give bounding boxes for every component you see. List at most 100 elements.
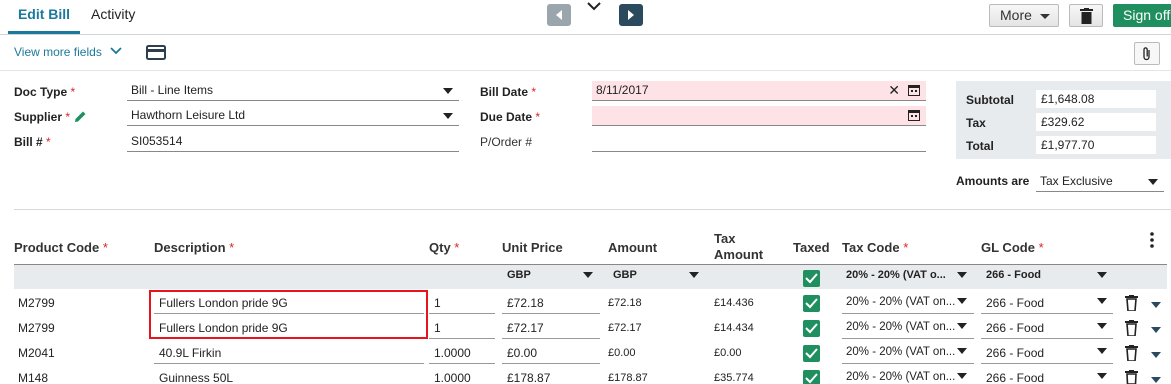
column-header-product-code[interactable]: Product Code * (14, 240, 108, 255)
tab-edit-bill[interactable]: Edit Bill (8, 0, 80, 34)
delete-bill-button[interactable] (1069, 4, 1103, 27)
gl-code-filter[interactable]: 266 - Food (986, 269, 1041, 281)
view-more-fields-link[interactable]: View more fields (14, 45, 102, 59)
row-product-code[interactable]: M2799 (18, 321, 55, 335)
row-product-code[interactable]: M2041 (18, 346, 55, 360)
row-qty[interactable]: 1 (434, 296, 441, 310)
next-record-button[interactable] (619, 4, 643, 26)
bill-date-input[interactable]: 8/11/2017 ✕ (592, 81, 926, 101)
sign-off-button[interactable]: Sign off (1113, 4, 1171, 27)
tax-code-filter[interactable]: 20% - 20% (VAT o... (846, 269, 946, 281)
caret-down-icon[interactable] (583, 272, 593, 278)
chevron-down-icon[interactable] (110, 47, 122, 55)
unit-price-currency-filter[interactable]: GBP (507, 269, 531, 281)
caret-down-icon[interactable] (957, 373, 967, 379)
caret-down-icon[interactable] (1097, 373, 1107, 379)
taxed-all-checkbox[interactable] (803, 270, 820, 287)
row-product-code[interactable]: M2799 (18, 296, 55, 310)
tax-amount-header-line2: Amount (714, 247, 764, 262)
caret-down-icon[interactable] (1151, 352, 1161, 358)
row-taxed-checkbox[interactable] (803, 370, 820, 384)
check-icon (805, 373, 818, 384)
row-gl-code-select[interactable]: 266 - Food (986, 321, 1044, 335)
column-header-tax-code[interactable]: Tax Code * (842, 240, 908, 255)
more-button[interactable]: More (989, 4, 1059, 27)
column-header-tax-amount[interactable]: Tax Amount (714, 231, 763, 263)
row-taxed-checkbox[interactable] (803, 295, 820, 312)
check-icon (805, 273, 818, 284)
row-unit-price[interactable]: £0.00 (507, 346, 537, 360)
caret-down-icon[interactable] (1151, 302, 1161, 308)
bill-date-value: 8/11/2017 (596, 83, 649, 97)
caret-down-icon[interactable] (957, 323, 967, 329)
caret-down-icon[interactable] (1097, 272, 1107, 278)
check-icon (805, 348, 818, 359)
column-header-taxed[interactable]: Taxed (793, 240, 830, 255)
pencil-icon[interactable] (74, 110, 87, 123)
caret-down-icon[interactable] (957, 348, 967, 354)
supplier-select[interactable]: Hawthorn Leisure Ltd (127, 106, 459, 126)
row-gl-code-select[interactable]: 266 - Food (986, 296, 1044, 310)
check-icon (805, 298, 818, 309)
row-tax-code-select[interactable]: 20% - 20% (VAT on... (846, 321, 955, 333)
caret-down-icon[interactable] (957, 298, 967, 304)
column-header-qty[interactable]: Qty * (429, 240, 459, 255)
more-vertical-icon[interactable] (1149, 232, 1155, 248)
calendar-icon[interactable] (908, 84, 920, 96)
qty-underline (429, 338, 495, 339)
credit-card-icon[interactable] (146, 45, 166, 60)
tax-code-underline (842, 363, 974, 364)
caret-down-icon[interactable] (1097, 348, 1107, 354)
row-unit-price[interactable]: £72.18 (507, 296, 544, 310)
amounts-are-select[interactable]: Tax Exclusive (1036, 172, 1164, 192)
unit-price-underline (502, 363, 600, 364)
row-taxed-checkbox[interactable] (803, 345, 820, 362)
calendar-icon[interactable] (908, 109, 920, 121)
trash-icon[interactable] (1125, 295, 1138, 311)
doc-type-value: Bill - Line Items (131, 83, 214, 97)
bill-number-input[interactable]: SI053514 (127, 132, 459, 152)
row-gl-code-select[interactable]: 266 - Food (986, 346, 1044, 360)
row-tax-code-select[interactable]: 20% - 20% (VAT on... (846, 346, 955, 358)
caret-down-icon (1148, 179, 1158, 185)
amount-currency-filter[interactable]: GBP (613, 269, 637, 281)
caret-down-icon[interactable] (689, 272, 699, 278)
row-product-code[interactable]: M148 (18, 371, 48, 384)
chevron-down-icon[interactable] (586, 0, 602, 12)
column-header-description[interactable]: Description * (154, 240, 234, 255)
due-date-label: Due Date * (480, 110, 541, 124)
trash-icon[interactable] (1125, 370, 1138, 384)
caret-down-icon[interactable] (957, 272, 967, 278)
caret-down-icon[interactable] (1151, 327, 1161, 333)
column-header-unit-price[interactable]: Unit Price (502, 240, 563, 255)
previous-record-button[interactable] (547, 4, 571, 26)
due-date-input[interactable] (592, 106, 926, 126)
column-header-amount[interactable]: Amount (608, 240, 657, 255)
row-unit-price[interactable]: £178.87 (507, 371, 550, 384)
tax-amount-header-line1: Tax (714, 231, 736, 246)
caret-down-icon[interactable] (1097, 323, 1107, 329)
trash-icon[interactable] (1125, 345, 1138, 361)
purchase-order-input[interactable] (592, 132, 926, 152)
row-gl-code-select[interactable]: 266 - Food (986, 371, 1044, 384)
row-tax-code-select[interactable]: 20% - 20% (VAT on... (846, 296, 955, 308)
row-unit-price[interactable]: £72.17 (507, 321, 544, 335)
tab-activity[interactable]: Activity (91, 0, 135, 34)
clear-icon[interactable]: ✕ (888, 81, 900, 99)
bill-number-value: SI053514 (131, 134, 183, 148)
more-button-label: More (1000, 7, 1032, 23)
caret-down-icon[interactable] (1151, 377, 1161, 383)
doc-type-select[interactable]: Bill - Line Items (127, 81, 459, 101)
row-taxed-checkbox[interactable] (803, 320, 820, 337)
trash-icon[interactable] (1125, 320, 1138, 336)
row-qty[interactable]: 1.0000 (434, 371, 471, 384)
row-tax-code-select[interactable]: 20% - 20% (VAT on... (846, 371, 955, 383)
row-description[interactable]: 40.9L Firkin (159, 346, 221, 360)
row-qty[interactable]: 1.0000 (434, 346, 471, 360)
row-qty[interactable]: 1 (434, 321, 441, 335)
caret-down-icon[interactable] (1097, 298, 1107, 304)
row-description[interactable]: Guinness 50L (159, 371, 233, 384)
column-header-gl-code[interactable]: GL Code * (981, 240, 1044, 255)
attachment-button[interactable] (1134, 42, 1160, 65)
row-tax-amount: £0.00 (714, 347, 742, 359)
